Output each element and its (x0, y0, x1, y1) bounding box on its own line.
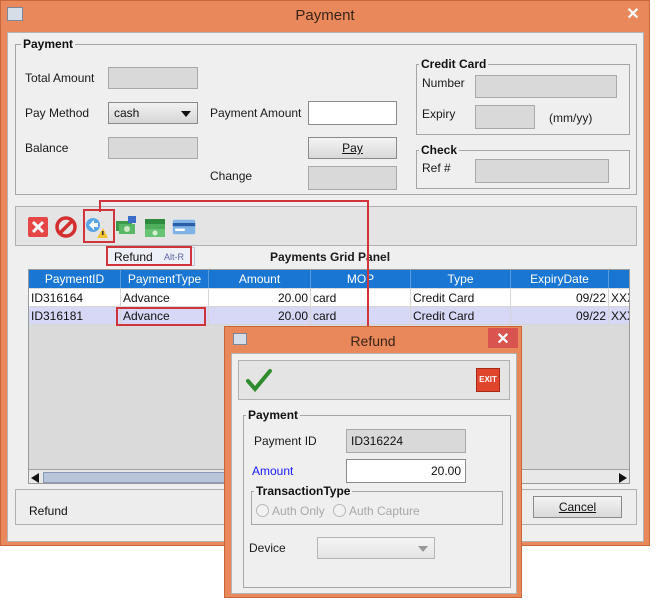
cancel-button-label: Cancel (558, 500, 597, 514)
cell-paymenttype: Advance (121, 289, 209, 307)
col-mop[interactable]: MOP (311, 270, 411, 288)
refund-dialog-client: EXIT Payment Payment ID ID316224 Amount … (231, 353, 517, 594)
auth-only-radio[interactable]: Auth Only (256, 504, 325, 518)
balance-label: Balance (25, 141, 69, 155)
annotation-tooltip-box (106, 246, 192, 266)
annotation-line (367, 200, 369, 328)
card-icon[interactable] (172, 214, 196, 240)
chevron-down-icon (418, 546, 428, 552)
scroll-right-icon[interactable] (619, 473, 627, 483)
pay-button-label: Pay (342, 141, 363, 155)
window-title: Payment (295, 7, 355, 24)
cell-mop: card (311, 307, 411, 325)
pay-method-value: cash (114, 106, 140, 120)
cell-type: Credit Card (411, 289, 511, 307)
cell-expirydate: 09/22 (511, 307, 609, 325)
card-number-field[interactable] (475, 75, 617, 98)
col-paymentid[interactable]: PaymentID (29, 270, 121, 288)
cancel-icon[interactable] (54, 214, 78, 240)
col-extra[interactable] (609, 270, 629, 288)
transaction-type-legend: TransactionType (256, 484, 351, 498)
scroll-thumb[interactable] (43, 472, 243, 483)
cancel-button[interactable]: Cancel (533, 496, 622, 518)
cell-paymentid: ID316181 (29, 307, 121, 325)
annotation-line (99, 200, 369, 202)
change-field[interactable] (308, 166, 397, 190)
total-amount-label: Total Amount (25, 71, 95, 85)
auth-capture-radio[interactable]: Auth Capture (333, 504, 420, 518)
chevron-down-icon (181, 111, 191, 117)
close-icon[interactable]: ✕ (621, 4, 645, 24)
refund-toolbar: EXIT (238, 360, 510, 400)
expiry-label: Expiry (422, 107, 456, 121)
refund-dialog: Refund ✕ EXIT Payment Payment ID ID31622… (224, 326, 522, 598)
cell-amount: 20.00 (209, 289, 311, 307)
col-expirydate[interactable]: ExpiryDate (511, 270, 609, 288)
grid-panel-title: Payments Grid Panel (270, 250, 391, 264)
cell-extra: XXX (609, 307, 629, 325)
total-amount-field[interactable] (108, 67, 198, 89)
ref-label: Ref # (422, 161, 451, 175)
expiry-field[interactable] (475, 105, 535, 129)
auth-capture-label: Auth Capture (349, 504, 420, 518)
payment-legend: Payment (23, 37, 74, 51)
payment-amount-label: Payment Amount (210, 106, 302, 120)
grid-header: PaymentID PaymentType Amount MOP Type Ex… (29, 270, 629, 288)
payment-id-field[interactable]: ID316224 (346, 429, 466, 453)
toolbar-buttons (26, 213, 206, 241)
cell-expirydate: 09/22 (511, 289, 609, 307)
pay-button[interactable]: Pay (308, 137, 397, 159)
cell-type: Credit Card (411, 307, 511, 325)
exit-icon[interactable]: EXIT (476, 368, 500, 392)
pay-method-label: Pay Method (25, 106, 90, 120)
status-text: Refund (29, 504, 68, 518)
amount-label: Amount (252, 464, 294, 478)
auth-only-label: Auth Only (272, 504, 325, 518)
device-label: Device (249, 541, 286, 555)
check-legend: Check (421, 143, 458, 157)
cell-paymentid: ID316164 (29, 289, 121, 307)
cash-icon[interactable] (114, 214, 138, 240)
balance-field[interactable] (108, 137, 198, 159)
amount-input[interactable]: 20.00 (346, 459, 466, 483)
annotation-row-box (116, 307, 206, 326)
pay-method-select[interactable]: cash (108, 102, 198, 124)
payment-id-label: Payment ID (254, 434, 317, 448)
refund-dialog-title: Refund (350, 333, 396, 349)
device-select[interactable] (317, 537, 435, 559)
cell-amount: 20.00 (209, 307, 311, 325)
payment-amount-input[interactable] (308, 101, 397, 125)
dialog-close-button[interactable]: ✕ (488, 328, 518, 348)
change-label: Change (210, 169, 253, 183)
radio-icon (256, 504, 269, 517)
confirm-check-icon[interactable] (245, 366, 273, 394)
radio-icon (333, 504, 346, 517)
cell-extra: XXX (609, 289, 629, 307)
ref-field[interactable] (475, 159, 609, 183)
delete-icon[interactable] (26, 214, 50, 240)
card-number-label: Number (422, 76, 465, 90)
col-type[interactable]: Type (411, 270, 511, 288)
annotation-refund-button-box (83, 209, 115, 243)
expiry-hint: (mm/yy) (549, 111, 593, 125)
exit-label: EXIT (479, 375, 497, 384)
close-icon: ✕ (496, 331, 510, 348)
credit-card-legend: Credit Card (421, 57, 487, 71)
refund-payment-legend: Payment (248, 408, 299, 422)
table-row[interactable]: ID316164 Advance 20.00 card Credit Card … (29, 289, 629, 307)
col-paymenttype[interactable]: PaymentType (121, 270, 209, 288)
col-amount[interactable]: Amount (209, 270, 311, 288)
scroll-left-icon[interactable] (31, 473, 39, 483)
money-icon[interactable] (143, 214, 167, 240)
cell-mop: card (311, 289, 411, 307)
